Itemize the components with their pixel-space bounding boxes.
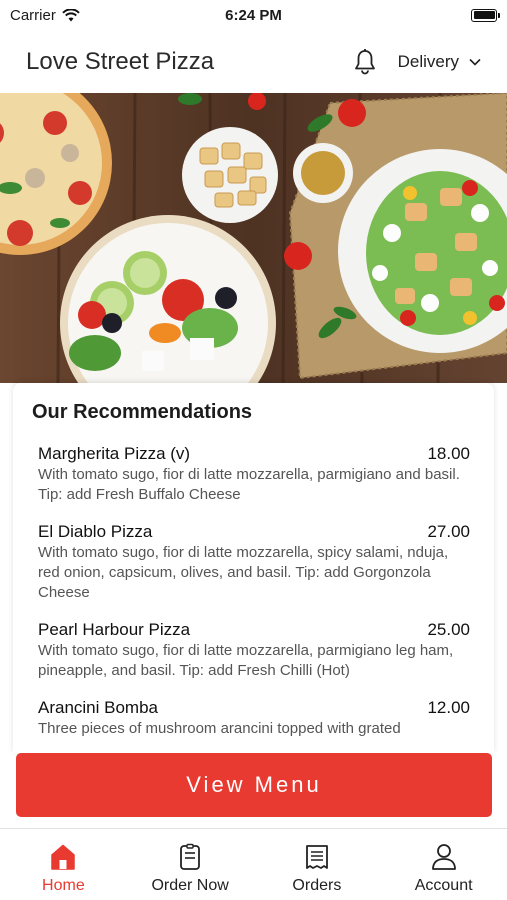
recommendations-card: Our Recommendations Margherita Pizza (v)…: [13, 383, 494, 753]
menu-item-price: 18.00: [427, 444, 470, 463]
menu-item-price: 25.00: [427, 620, 470, 639]
home-icon: [51, 844, 76, 870]
order-now-icon: [180, 843, 201, 870]
menu-item[interactable]: El Diablo Pizza 27.00 With tomato sugo, …: [38, 522, 470, 603]
tab-label: Home: [42, 877, 85, 894]
hero-food-image: [0, 93, 507, 383]
tab-order-now[interactable]: Order Now: [127, 829, 254, 900]
chevron-down-icon: [469, 58, 481, 66]
recommendations-title: Our Recommendations: [32, 401, 253, 423]
tab-label: Order Now: [151, 877, 229, 894]
view-menu-button[interactable]: View Menu: [16, 753, 492, 817]
account-icon: [431, 844, 456, 870]
tab-home[interactable]: Home: [0, 829, 127, 900]
menu-item-name: Arancini Bomba: [38, 698, 159, 717]
menu-item-name: Margherita Pizza (v): [38, 444, 191, 463]
tab-account[interactable]: Account: [380, 829, 507, 900]
menu-item[interactable]: Pearl Harbour Pizza 25.00 With tomato su…: [38, 620, 470, 681]
carrier-label: Carrier: [10, 6, 56, 24]
menu-item-description: With tomato sugo, fior di latte mozzarel…: [38, 642, 454, 679]
bottom-tab-bar: Home Order Now Orders Account: [0, 828, 507, 900]
menu-item-name: Pearl Harbour Pizza: [38, 620, 191, 639]
tab-orders[interactable]: Orders: [254, 829, 381, 900]
menu-item-description: With tomato sugo, fior di latte mozzarel…: [38, 466, 460, 503]
menu-item-price: 12.00: [427, 698, 470, 717]
tab-label: Orders: [292, 877, 342, 894]
status-left: Carrier: [10, 7, 80, 24]
food-banner-image: [0, 93, 507, 383]
battery-icon: [471, 8, 500, 22]
status-bar: Carrier 6:24 PM: [0, 0, 507, 30]
menu-item-name: El Diablo Pizza: [38, 522, 153, 541]
delivery-mode-label: Delivery: [397, 51, 459, 71]
menu-item[interactable]: Margherita Pizza (v) 18.00 With tomato s…: [38, 444, 470, 505]
menu-item-price: 27.00: [427, 522, 470, 541]
app-header: Love Street Pizza Delivery: [0, 30, 507, 93]
delivery-mode-selector[interactable]: Delivery: [398, 52, 481, 72]
menu-item-description: With tomato sugo, fior di latte mozzarel…: [38, 544, 449, 601]
menu-item-description: Three pieces of mushroom arancini topped…: [38, 720, 401, 737]
orders-receipt-icon: [305, 845, 328, 869]
restaurant-title: Love Street Pizza: [26, 47, 215, 75]
bell-icon[interactable]: [350, 47, 380, 77]
wifi-icon: [62, 8, 80, 21]
tab-label: Account: [414, 877, 473, 894]
menu-item[interactable]: Arancini Bomba 12.00 Three pieces of mus…: [38, 698, 470, 739]
